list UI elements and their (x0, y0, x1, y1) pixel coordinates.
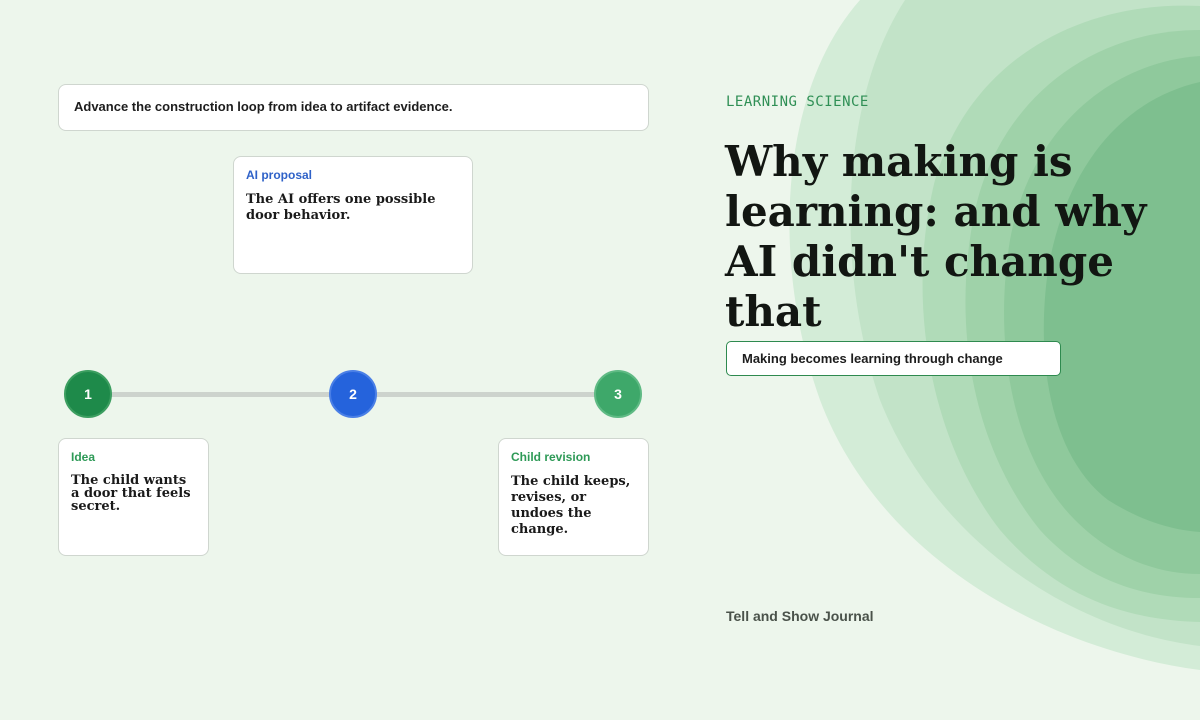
subtitle-pill-text: Making becomes learning through change (742, 351, 1003, 366)
child-revision-label: Child revision (511, 450, 591, 464)
task-prompt-bar: Advance the construction loop from idea … (58, 84, 649, 131)
section-kicker: LEARNING SCIENCE (726, 94, 869, 110)
journal-name: Tell and Show Journal (726, 608, 874, 624)
ai-proposal-body: The AI offers one possible door behavior… (246, 192, 436, 223)
ai-proposal-card: AI proposal The AI offers one possible d… (233, 156, 473, 274)
idea-label: Idea (71, 450, 96, 464)
subtitle-pill: Making becomes learning through change (726, 341, 1061, 376)
child-revision-card: Child revision The child keeps, revises,… (498, 438, 649, 556)
step-node-2[interactable]: 2 (329, 370, 377, 418)
step-node-1[interactable]: 1 (64, 370, 112, 418)
article-headline: Why making is learning: and why AI didn'… (725, 137, 1147, 336)
step-node-3[interactable]: 3 (594, 370, 642, 418)
idea-card: Idea The child wants a door that feels s… (58, 438, 209, 556)
idea-body: The child wants a door that feels secret… (71, 473, 191, 514)
child-revision-body: The child keeps, revises, or undoes the … (511, 474, 631, 537)
task-prompt-text: Advance the construction loop from idea … (74, 99, 453, 114)
ai-proposal-label: AI proposal (246, 168, 313, 182)
